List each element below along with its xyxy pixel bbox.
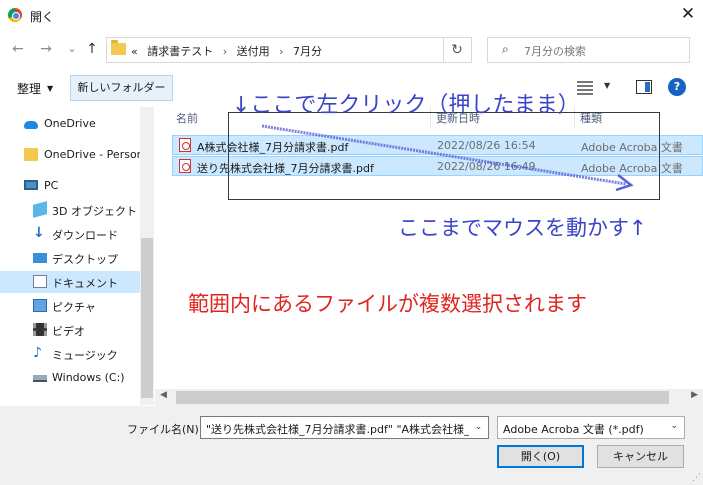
sidebar-item-onedrive-personal[interactable]: OneDrive - Personal bbox=[0, 144, 140, 166]
forward-arrow-icon[interactable]: → bbox=[37, 39, 55, 59]
sidebar-item-pc[interactable]: PC bbox=[0, 175, 140, 197]
sidebar-item-label: OneDrive bbox=[44, 117, 96, 130]
search-icon: ⌕ bbox=[502, 42, 509, 56]
sidebar-item-label: PC bbox=[44, 179, 59, 192]
sidebar-item-label: ピクチャ bbox=[52, 301, 96, 314]
filename-label: ファイル名(N): bbox=[127, 423, 203, 436]
sidebar-item-label: OneDrive - Personal bbox=[44, 148, 140, 161]
sidebar-item-documents[interactable]: ドキュメント bbox=[0, 271, 140, 293]
breadcrumb-separator-icon[interactable]: › bbox=[223, 45, 227, 58]
folder-icon bbox=[111, 40, 126, 55]
annotation-drag-to: ここまでマウスを動かす↑ bbox=[398, 216, 647, 240]
organize-label: 整理 bbox=[17, 82, 42, 96]
breadcrumb-separator-icon[interactable]: › bbox=[279, 45, 283, 58]
sidebar-item-pictures[interactable]: ピクチャ bbox=[0, 295, 140, 317]
sidebar-item-label: ミュージック bbox=[52, 349, 118, 362]
cancel-button[interactable]: キャンセル bbox=[597, 445, 684, 468]
window-title: 開く bbox=[30, 10, 55, 24]
sidebar-item-music[interactable]: ♪ ミュージック bbox=[0, 343, 140, 365]
sidebar-item-label: ダウンロード bbox=[52, 229, 118, 242]
preview-pane-icon[interactable] bbox=[636, 80, 652, 94]
title-bar: 開く ✕ bbox=[0, 0, 703, 31]
breadcrumb-item[interactable]: 7月分 bbox=[293, 45, 322, 58]
sidebar-scroll-thumb[interactable] bbox=[141, 238, 153, 398]
new-folder-button[interactable]: 新しいフォルダー bbox=[70, 75, 173, 101]
breadcrumb-overflow[interactable]: « bbox=[131, 45, 138, 58]
refresh-icon[interactable]: ↻ bbox=[443, 37, 472, 63]
drive-icon bbox=[33, 375, 47, 382]
annotation-click-here: ↓ここで左クリック（押したまま） bbox=[232, 93, 580, 118]
navigation-pane: OneDrive OneDrive - Personal PC 3D オブジェク… bbox=[0, 107, 155, 407]
pc-icon bbox=[24, 180, 38, 190]
sidebar-item-label: ドキュメント bbox=[52, 277, 118, 290]
sidebar-item-onedrive[interactable]: OneDrive bbox=[0, 113, 140, 135]
filename-dropdown-icon[interactable]: ⌄ bbox=[469, 417, 488, 438]
sidebar-item-windows-c[interactable]: Windows (C:) bbox=[0, 367, 140, 389]
videos-icon bbox=[33, 323, 47, 336]
sidebar-item-3d-objects[interactable]: 3D オブジェクト bbox=[0, 199, 140, 221]
horizontal-scroll-thumb[interactable] bbox=[176, 391, 669, 404]
folder-icon bbox=[24, 148, 38, 161]
filetype-select[interactable]: Adobe Acroba 文書 (*.pdf) ⌄ bbox=[497, 416, 685, 439]
annotation-range-note: 範囲内にあるファイルが複数選択されます bbox=[188, 292, 587, 316]
scroll-left-icon[interactable]: ◀ bbox=[160, 390, 167, 400]
chevron-down-icon: ▼ bbox=[47, 84, 54, 93]
open-button[interactable]: 開く(O) bbox=[497, 445, 584, 468]
organize-button[interactable]: 整理 ▼ bbox=[17, 80, 53, 97]
cloud-icon bbox=[24, 121, 38, 129]
breadcrumb-item[interactable]: 請求書テスト bbox=[147, 45, 213, 58]
chevron-down-icon: ⌄ bbox=[670, 421, 678, 431]
sidebar-item-label: Windows (C:) bbox=[52, 371, 125, 384]
music-icon: ♪ bbox=[33, 345, 42, 361]
breadcrumb-item[interactable]: 送付用 bbox=[237, 45, 270, 58]
filename-input[interactable]: "送り先株式会社様_7月分請求書.pdf" "A株式会社様_7月分請求書.pdf… bbox=[200, 416, 489, 439]
address-bar[interactable]: « 請求書テスト › 送付用 › 7月分 ⌄ bbox=[106, 37, 535, 63]
drag-selection-rectangle bbox=[228, 112, 660, 200]
sidebar-item-desktop[interactable]: デスクトップ bbox=[0, 247, 140, 269]
dialog-footer: ファイル名(N): "送り先株式会社様_7月分請求書.pdf" "A株式会社様_… bbox=[0, 406, 703, 485]
pictures-icon bbox=[33, 299, 47, 312]
sidebar-item-downloads[interactable]: ↓ ダウンロード bbox=[0, 223, 140, 245]
pdf-file-icon bbox=[179, 138, 191, 152]
search-input[interactable]: ⌕ 7月分の検索 bbox=[487, 37, 690, 63]
view-dropdown-icon[interactable]: ▼ bbox=[604, 81, 610, 90]
desktop-icon bbox=[33, 253, 47, 263]
scroll-right-icon[interactable]: ▶ bbox=[691, 390, 698, 400]
up-arrow-icon[interactable]: ↑ bbox=[83, 39, 101, 59]
sidebar-item-label: ビデオ bbox=[52, 325, 85, 338]
pdf-file-icon bbox=[179, 159, 191, 173]
recent-locations-chevron-icon[interactable]: ⌄ bbox=[63, 39, 81, 59]
search-placeholder: 7月分の検索 bbox=[524, 45, 586, 58]
3d-objects-icon bbox=[33, 201, 47, 218]
download-icon: ↓ bbox=[33, 225, 45, 241]
close-icon[interactable]: ✕ bbox=[673, 0, 703, 30]
filetype-value: Adobe Acroba 文書 (*.pdf) bbox=[503, 423, 644, 436]
help-icon[interactable]: ? bbox=[668, 78, 686, 96]
column-name-header[interactable]: 名前 bbox=[176, 110, 198, 126]
sidebar-item-videos[interactable]: ビデオ bbox=[0, 319, 140, 341]
navigation-bar: ← → ⌄ ↑ « 請求書テスト › 送付用 › 7月分 ⌄ ↻ ⌕ 7月分の検… bbox=[0, 31, 703, 69]
back-arrow-icon[interactable]: ← bbox=[9, 39, 27, 59]
breadcrumb: « 請求書テスト › 送付用 › 7月分 bbox=[131, 43, 328, 59]
chrome-icon bbox=[8, 8, 22, 22]
documents-icon bbox=[33, 275, 47, 288]
sidebar-item-label: デスクトップ bbox=[52, 253, 118, 266]
resize-grip-icon[interactable]: ⋰ bbox=[692, 473, 701, 483]
sidebar-item-label: 3D オブジェクト bbox=[52, 205, 137, 218]
